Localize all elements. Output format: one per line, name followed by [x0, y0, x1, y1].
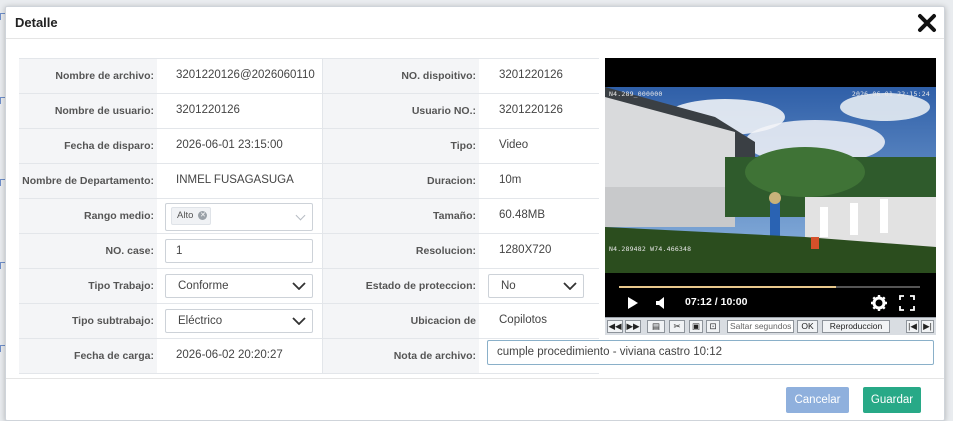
- value-fecha-disparo: 2026-06-01 23:15:00: [176, 139, 283, 151]
- frame-icon[interactable]: ▣: [689, 320, 703, 333]
- label-fecha-carga: Fecha de carga:: [19, 339, 157, 373]
- label-duracion: Duracion:: [322, 164, 479, 198]
- value-tamano: 60.48MB: [499, 209, 546, 221]
- chevron-down-icon: [295, 210, 306, 221]
- label-no-case: NO. case:: [19, 234, 157, 268]
- seek-ok-button[interactable]: OK: [797, 320, 818, 333]
- label-estado-proteccion: Estado de proteccion:: [322, 269, 479, 303]
- detail-row: NO. case: 1 Resolucion: 1280X720: [19, 234, 599, 269]
- value-resolucion: 1280X720: [499, 244, 552, 256]
- detail-row: Tipo Trabajo: Conforme Estado de protecc…: [19, 269, 599, 304]
- settings-gear-icon[interactable]: [871, 294, 887, 312]
- label-rango-medio: Rango medio:: [19, 199, 157, 233]
- tipo-trabajo-select[interactable]: Conforme: [165, 274, 313, 298]
- detail-row: Tipo subtrabajo: Eléctrico Ubicacion de …: [19, 304, 599, 361]
- save-button[interactable]: Guardar: [863, 387, 921, 413]
- value-tipo: Video: [499, 139, 529, 151]
- detail-grid: Nombre de archivo: 3201220126@2026060110…: [19, 58, 599, 374]
- label-fecha-disparo: Fecha de disparo:: [19, 129, 157, 163]
- value-no-dispositivo: 3201220126: [499, 69, 563, 81]
- value-duracion: 10m: [499, 174, 522, 186]
- rewind-icon[interactable]: ◀◀: [607, 320, 623, 333]
- detail-row: Fecha de disparo: 2026-06-01 23:15:00 Ti…: [19, 129, 599, 164]
- label-tipo-subtrabajo: Tipo subtrabajo:: [19, 304, 157, 338]
- value-fecha-carga: 2026-06-02 20:20:27: [176, 349, 283, 361]
- next-icon[interactable]: ▶|: [921, 320, 934, 333]
- fullscreen-icon[interactable]: [899, 294, 915, 312]
- rango-medio-tag: Alto ✕: [171, 207, 212, 225]
- label-nombre-archivo: Nombre de archivo:: [19, 59, 157, 93]
- value-nombre-usuario: 3201220126: [176, 104, 240, 116]
- detail-row: Nombre de archivo: 3201220126@2026060110…: [19, 59, 599, 94]
- video-player: N4.289_000000 2026-06-01 22:15:24 N4.289…: [605, 58, 936, 335]
- cut-icon[interactable]: ✂: [669, 320, 685, 333]
- value-nombre-departamento: INMEL FUSAGASUGA: [176, 174, 294, 186]
- fast-forward-icon[interactable]: ▶▶: [625, 320, 641, 333]
- label-resolucion: Resolucion:: [322, 234, 479, 268]
- remove-tag-icon[interactable]: ✕: [198, 211, 208, 220]
- close-x-icon[interactable]: [916, 12, 938, 34]
- playback-button[interactable]: Reproduccion: [822, 320, 890, 333]
- no-case-input[interactable]: 1: [165, 239, 313, 263]
- play-icon[interactable]: [627, 294, 639, 312]
- record-icon[interactable]: ⊡: [706, 320, 720, 333]
- value-nombre-archivo: 3201220126@2026060110: [176, 69, 315, 81]
- chevron-down-icon: [563, 282, 577, 290]
- snapshot-icon[interactable]: ▤: [647, 320, 665, 333]
- video-progress-bar[interactable]: [619, 286, 920, 288]
- tipo-subtrabajo-value: Eléctrico: [178, 315, 223, 327]
- video-time: 07:12 / 10:00: [685, 296, 748, 308]
- label-usuario-no: Usuario NO.:: [322, 94, 479, 128]
- video-progress-fill: [619, 286, 836, 288]
- detail-row: Nombre de Departamento: INMEL FUSAGASUGA…: [19, 164, 599, 199]
- video-frame[interactable]: N4.289_000000 2026-06-01 22:15:24 N4.289…: [605, 87, 936, 273]
- label-nota-archivo: Nota de archivo:: [322, 339, 479, 373]
- label-tipo: Tipo:: [322, 129, 479, 163]
- label-no-dispositivo: NO. dispoitivo:: [322, 59, 479, 93]
- detail-row: Rango medio: Alto ✕ Tamaño: 60.48MB: [19, 199, 599, 234]
- label-nombre-departamento: Nombre de Departamento:: [19, 164, 157, 198]
- osd-coordinates: N4.289482 W74.466348: [609, 245, 692, 253]
- rango-medio-tag-label: Alto: [177, 210, 194, 221]
- modal-header: Detalle: [6, 7, 944, 39]
- tipo-trabajo-value: Conforme: [178, 280, 229, 292]
- estado-proteccion-value: No: [501, 280, 516, 292]
- previous-icon[interactable]: |◀: [906, 320, 919, 333]
- label-ubicacion: Ubicacion de almacenamiento:: [322, 304, 479, 361]
- label-nombre-usuario: Nombre de usuario:: [19, 94, 157, 128]
- chevron-down-icon: [292, 282, 306, 290]
- value-usuario-no: 3201220126: [499, 104, 563, 116]
- detail-modal: Detalle Nombre de archivo: 3201220126@20…: [5, 6, 945, 421]
- rango-medio-select[interactable]: Alto ✕: [165, 203, 313, 231]
- label-tamano: Tamaño:: [322, 199, 479, 233]
- modal-title: Detalle: [15, 15, 58, 30]
- nota-archivo-input[interactable]: cumple procedimiento - viviana castro 10…: [487, 340, 934, 365]
- tipo-subtrabajo-select[interactable]: Eléctrico: [165, 309, 313, 333]
- volume-icon[interactable]: [655, 294, 669, 312]
- player-toolbar: ◀◀ ▶▶ ▤ ✂ ▣ ⊡ Saltar segundos OK Reprodu…: [605, 317, 936, 335]
- label-tipo-trabajo: Tipo Trabajo:: [19, 269, 157, 303]
- osd-timestamp: 2026-06-01 22:15:24: [851, 90, 930, 98]
- estado-proteccion-select[interactable]: No: [488, 274, 584, 298]
- detail-row: Nombre de usuario: 3201220126 Usuario NO…: [19, 94, 599, 129]
- cancel-button[interactable]: Cancelar: [786, 387, 849, 413]
- footer-divider: [6, 378, 944, 379]
- value-ubicacion: Copilotos: [499, 314, 547, 326]
- seek-seconds-input[interactable]: Saltar segundos: [727, 320, 794, 333]
- osd-top-left: N4.289_000000: [609, 90, 663, 98]
- chevron-down-icon: [292, 317, 306, 325]
